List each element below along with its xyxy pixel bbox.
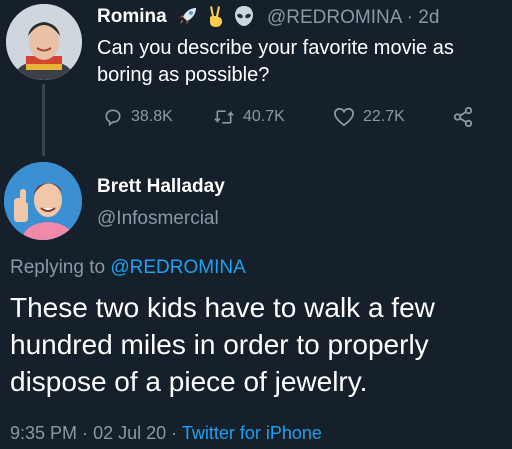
brett-avatar[interactable] <box>4 162 82 240</box>
like-button[interactable]: 22.7K <box>333 104 405 130</box>
brett-avatar-image <box>4 162 82 240</box>
separator-dot: · <box>171 423 182 443</box>
separator-dot: · <box>406 7 419 28</box>
reply-icon <box>105 109 121 127</box>
reply-author-handle[interactable]: @Infosmercial <box>97 208 219 230</box>
alien-emoji-icon <box>235 6 253 26</box>
tweet-source-link[interactable]: Twitter for iPhone <box>182 423 322 443</box>
original-tweet-text: Can you describe your favorite movie as … <box>97 37 454 86</box>
separator-dot: · <box>82 423 94 443</box>
replying-to-handle-link[interactable]: @REDROMINA <box>110 257 245 278</box>
reply-button[interactable]: 38.8K <box>103 104 173 130</box>
original-author-handle[interactable]: @REDROMINA <box>267 7 401 28</box>
replying-to-line: Replying to @REDROMINA <box>10 257 246 279</box>
retweet-icon <box>214 110 234 124</box>
reply-tweet-text: These two kids have to walk a few hundre… <box>10 292 435 397</box>
tweet-age[interactable]: 2d <box>418 7 439 28</box>
tweet-time[interactable]: 9:35 PM <box>10 423 77 443</box>
tweet-date[interactable]: 02 Jul 20 <box>93 423 166 443</box>
heart-icon <box>333 107 355 127</box>
retweet-count: 40.7K <box>243 108 285 125</box>
share-icon <box>453 106 473 128</box>
romina-avatar-image <box>6 4 82 80</box>
like-count: 22.7K <box>363 108 405 125</box>
original-author-name[interactable]: Romina <box>97 6 167 28</box>
reply-count: 38.8K <box>131 108 173 125</box>
reply-author-name[interactable]: Brett Halladay <box>97 176 225 198</box>
tweet-metadata: 9:35 PM · 02 Jul 20 · Twitter for iPhone <box>10 423 322 444</box>
retweet-button[interactable]: 40.7K <box>213 104 285 130</box>
victory-hand-emoji-icon <box>210 6 222 27</box>
romina-avatar[interactable] <box>6 4 82 80</box>
thread-line <box>42 84 45 156</box>
rocket-emoji-icon <box>180 8 196 24</box>
replying-to-prefix: Replying to <box>10 257 106 278</box>
original-author-handle-line: @REDROMINA · 2d <box>267 7 439 29</box>
share-button[interactable] <box>452 104 482 130</box>
